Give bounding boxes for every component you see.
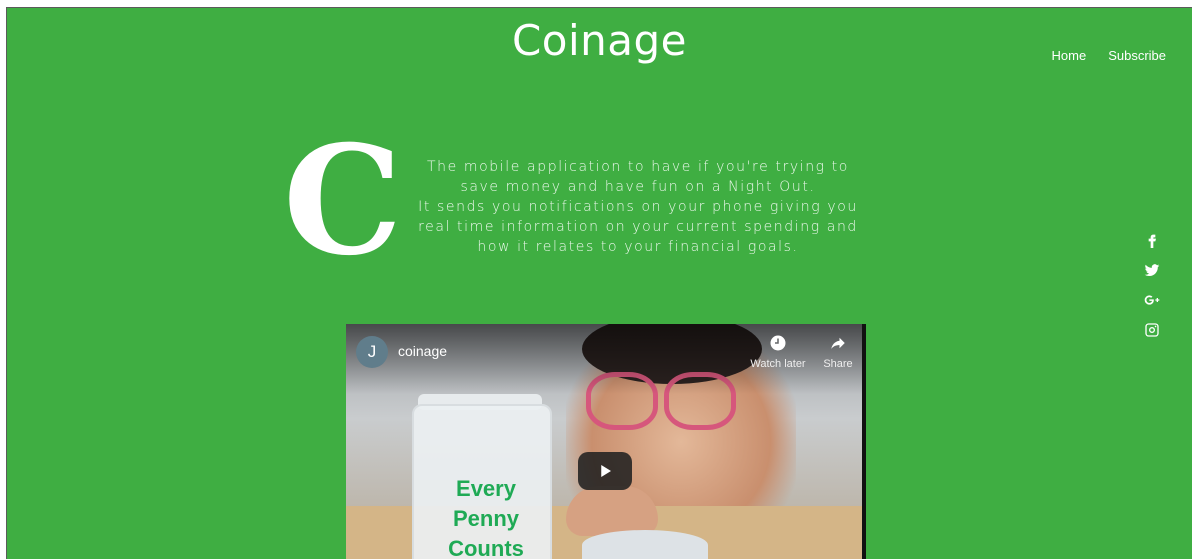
intro-text: The mobile application to have if you're… <box>399 157 877 257</box>
nav-home[interactable]: Home <box>1052 48 1087 63</box>
jar-label-line: Penny <box>452 506 520 531</box>
video-thumbnail-coin-jar <box>582 530 708 559</box>
video-thumbnail-hand <box>566 486 658 536</box>
twitter-icon[interactable] <box>1142 260 1162 280</box>
watch-later-button[interactable]: Watch later <box>748 334 808 370</box>
intro-line: save money and have fun on a Night Out. <box>460 179 816 195</box>
site-logo[interactable]: Coinage <box>7 16 1192 65</box>
page: Coinage Home Subscribe C The mobile appl… <box>6 7 1192 559</box>
channel-avatar[interactable]: J <box>356 336 388 368</box>
share-arrow-icon <box>831 337 845 349</box>
intro-line: The mobile application to have if you're… <box>427 159 849 175</box>
play-icon <box>601 465 611 477</box>
nav-subscribe[interactable]: Subscribe <box>1108 48 1166 63</box>
intro-line: how it relates to your financial goals. <box>477 239 799 255</box>
top-nav: Home Subscribe <box>1052 48 1167 63</box>
play-button[interactable] <box>578 452 632 490</box>
social-bar <box>1142 230 1162 340</box>
video-player[interactable]: Every Penny Counts J coinage Watch later… <box>346 324 866 559</box>
share-button[interactable]: Share <box>808 334 866 370</box>
jar-label-line: Every <box>456 476 516 501</box>
google-plus-icon[interactable] <box>1142 290 1162 310</box>
instagram-icon[interactable] <box>1142 320 1162 340</box>
intro-line: real time information on your current sp… <box>418 219 858 235</box>
share-label: Share <box>823 358 853 370</box>
watch-later-label: Watch later <box>750 358 806 370</box>
facebook-icon[interactable] <box>1142 230 1162 250</box>
clock-icon <box>770 335 786 351</box>
jar-label-line: Counts <box>448 536 524 559</box>
jar-label: Every Penny Counts <box>432 474 540 559</box>
intro-line: It sends you notifications on your phone… <box>418 199 858 215</box>
video-title[interactable]: coinage <box>398 343 447 359</box>
dropcap-letter: C <box>283 113 403 289</box>
